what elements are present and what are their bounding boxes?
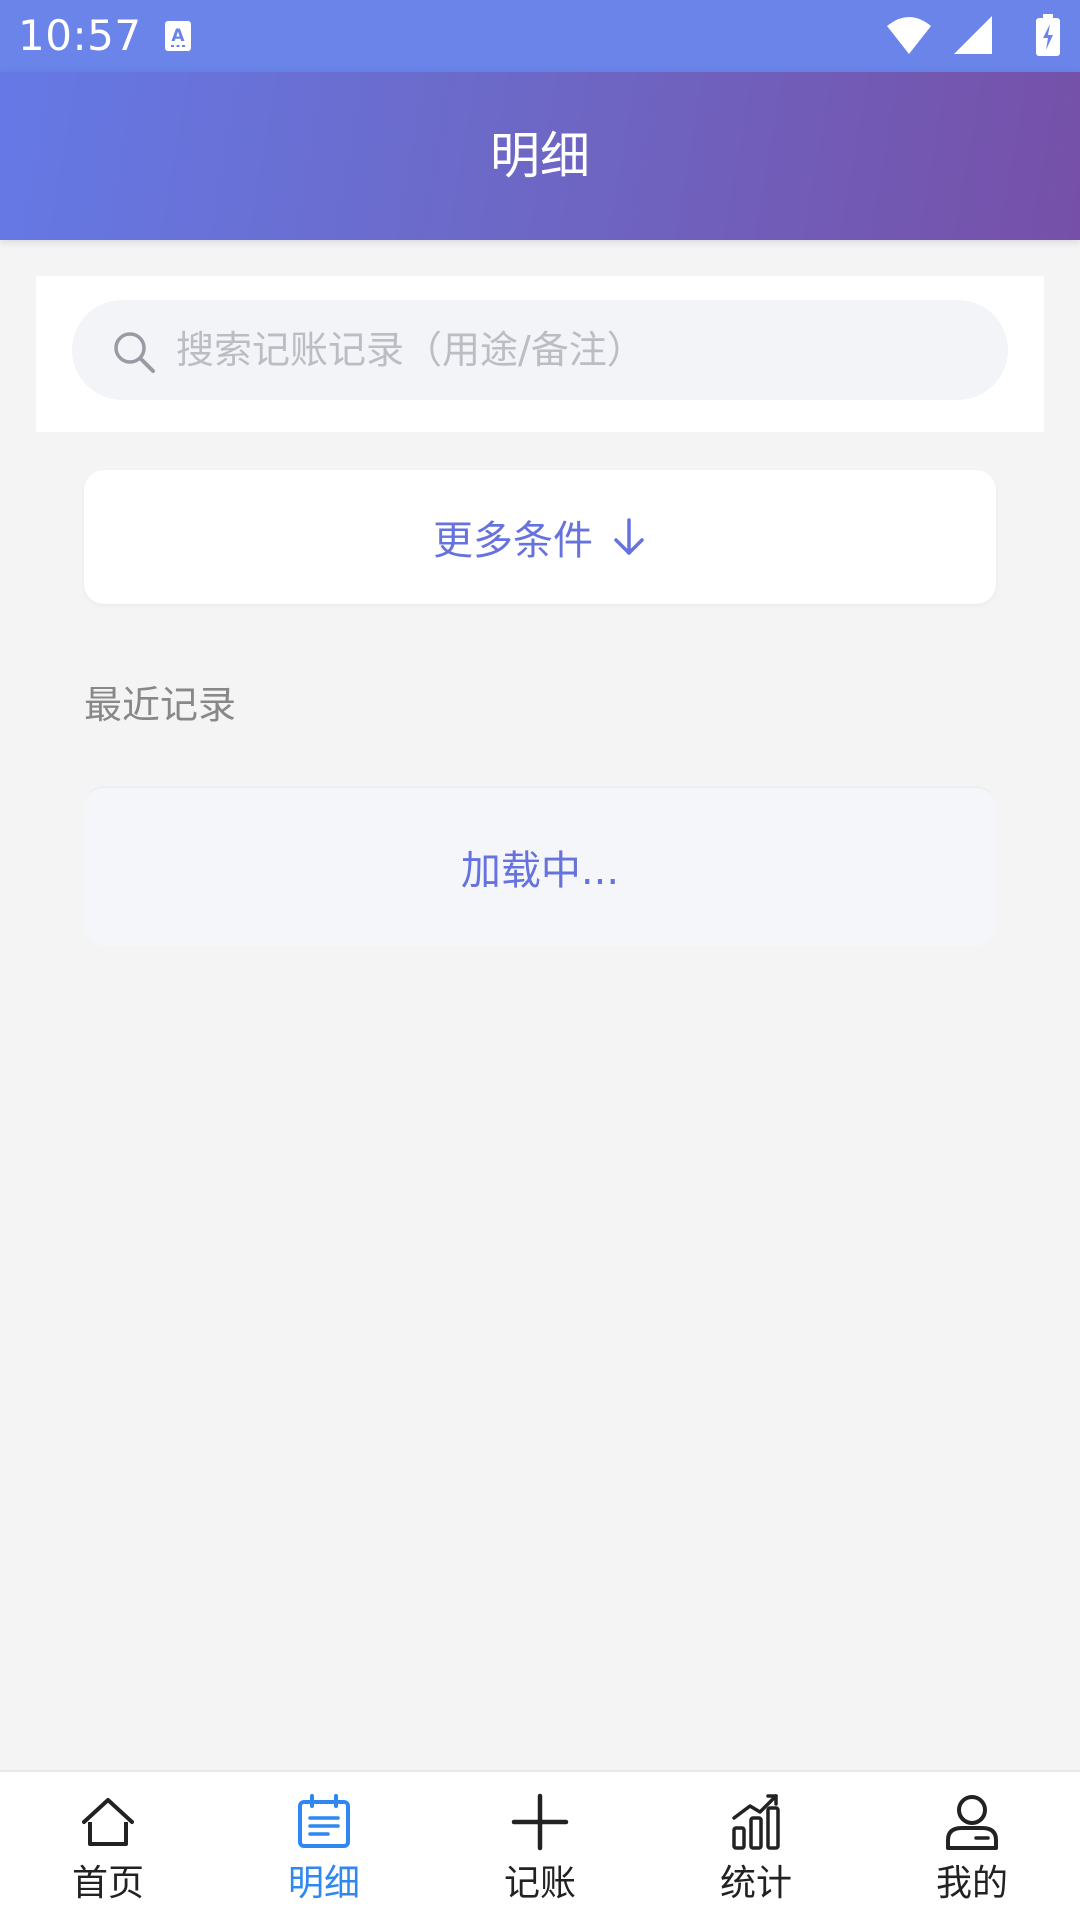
- nav-item-details[interactable]: 明细: [216, 1772, 432, 1920]
- nav-item-add-record[interactable]: 记账: [432, 1772, 648, 1920]
- arrow-down-icon: [614, 518, 644, 555]
- status-time: 10:57: [18, 11, 142, 60]
- nav-label: 统计: [719, 1863, 792, 1904]
- search-box[interactable]: [72, 300, 1008, 400]
- more-conditions-label: 更多条件: [433, 518, 593, 564]
- loading-card: 加载中...: [84, 786, 996, 946]
- nav-label: 明细: [287, 1863, 360, 1904]
- search-card: [36, 276, 1044, 432]
- recent-records-title: 最近记录: [84, 683, 237, 727]
- profile-icon: [946, 1795, 998, 1850]
- list-icon: [298, 1794, 350, 1848]
- nav-label: 记账: [503, 1863, 576, 1904]
- nav-item-profile[interactable]: 我的: [864, 1772, 1080, 1920]
- search-input[interactable]: [176, 300, 976, 400]
- more-conditions-button[interactable]: 更多条件: [84, 470, 996, 604]
- nav-label: 我的: [935, 1863, 1008, 1904]
- keyboard-a-icon: A: [165, 21, 191, 51]
- nav-label: 首页: [71, 1863, 144, 1904]
- bottom-nav: 首页 明细 记账 统计 我的: [0, 1770, 1080, 1920]
- nav-item-statistics[interactable]: 统计: [648, 1772, 864, 1920]
- home-icon: [82, 1798, 134, 1846]
- loading-text: 加载中...: [460, 848, 620, 894]
- nav-item-home[interactable]: 首页: [0, 1772, 216, 1920]
- app-header: 明细: [0, 72, 1080, 240]
- status-bar: 10:57 A: [0, 0, 1080, 72]
- battery-icon: [1036, 14, 1060, 56]
- wifi-icon: [887, 17, 931, 54]
- more-conditions-content: 更多条件: [84, 470, 996, 604]
- svg-text:A: A: [171, 26, 185, 46]
- page-title: 明细: [490, 127, 590, 185]
- chart-icon: [732, 1794, 780, 1850]
- signal-icon: [954, 16, 992, 54]
- plus-icon: [511, 1793, 569, 1851]
- search-icon: [114, 332, 155, 373]
